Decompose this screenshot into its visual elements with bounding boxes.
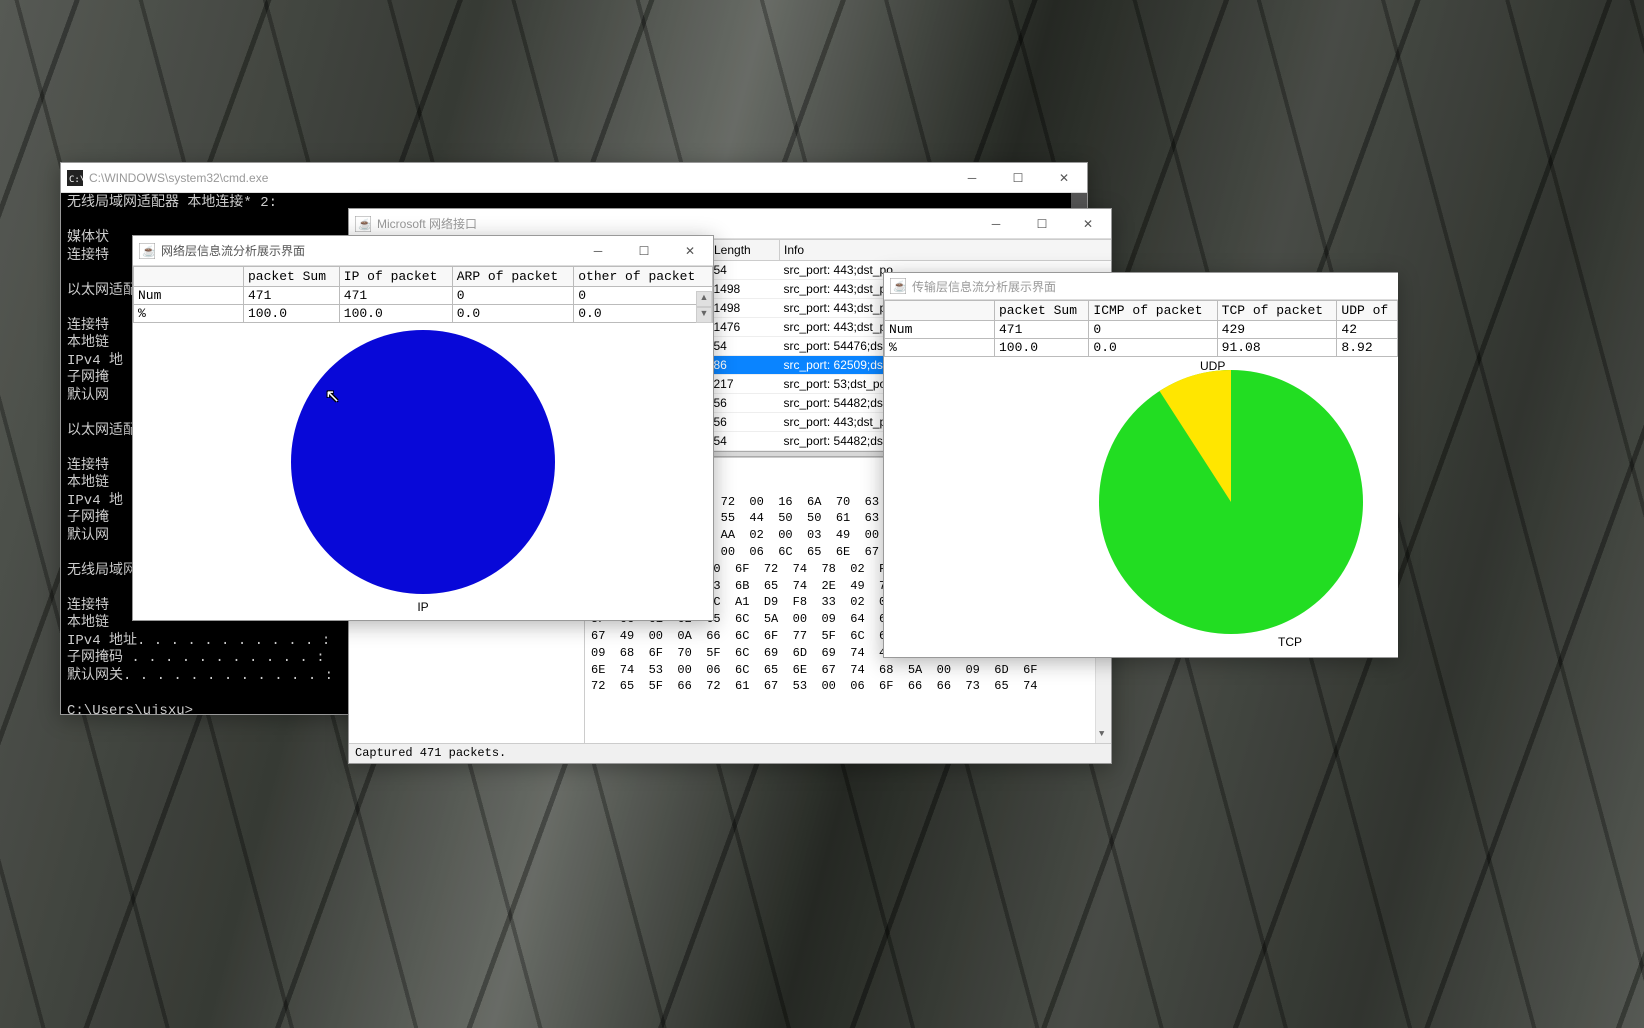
close-button[interactable]: ✕ <box>1065 210 1111 238</box>
table-row: Num47147100 <box>134 287 713 305</box>
col-header <box>885 301 995 321</box>
trans-analysis-titlebar[interactable]: ☕ 传输层信息流分析展示界面 <box>884 273 1398 300</box>
maximize-button[interactable]: ☐ <box>621 237 667 265</box>
col-header: ICMP of packet <box>1089 301 1217 321</box>
col-header: IP of packet <box>339 267 452 287</box>
cell: 100.0 <box>339 305 452 323</box>
cmd-title: C:\WINDOWS\system32\cmd.exe <box>89 171 949 185</box>
trans-analysis-title: 传输层信息流分析展示界面 <box>912 278 1398 295</box>
cell: 0 <box>1089 321 1217 339</box>
table-row: Num471042942 <box>885 321 1398 339</box>
cell: 8.92 <box>1337 339 1398 357</box>
cell: 42 <box>1337 321 1398 339</box>
trans-analysis-window: ☕ 传输层信息流分析展示界面 packet SumICMP of packetT… <box>883 272 1398 658</box>
col-header: other of packet <box>574 267 713 287</box>
svg-text:☕: ☕ <box>358 217 371 231</box>
cell: Num <box>134 287 244 305</box>
hex-row: 6E 74 53 00 06 6C 65 6E 67 74 68 5A 00 0… <box>591 662 1105 679</box>
maximize-button[interactable]: ☐ <box>995 164 1041 192</box>
cell: 91.08 <box>1217 339 1337 357</box>
trans-pie-chart: UDP TCP <box>884 357 1398 657</box>
net-analysis-window: ☕ 网络层信息流分析展示界面 ─ ☐ ✕ packet SumIP of pac… <box>132 235 714 621</box>
close-button[interactable]: ✕ <box>1041 164 1087 192</box>
cell: 0.0 <box>574 305 713 323</box>
cell: 100.0 <box>244 305 340 323</box>
cmd-titlebar[interactable]: C:\ C:\WINDOWS\system32\cmd.exe ─ ☐ ✕ <box>61 163 1087 193</box>
table-row: %100.00.091.088.92 <box>885 339 1398 357</box>
col-header <box>134 267 244 287</box>
cell: 471 <box>244 287 340 305</box>
cell: % <box>134 305 244 323</box>
col-header: packet Sum <box>244 267 340 287</box>
maximize-button[interactable]: ☐ <box>1019 210 1065 238</box>
minimize-button[interactable]: ─ <box>575 237 621 265</box>
hex-row: 72 65 5F 66 72 61 67 53 00 06 6F 66 66 7… <box>591 678 1105 695</box>
net-analysis-title: 网络层信息流分析展示界面 <box>161 242 575 259</box>
java-icon: ☕ <box>890 278 906 294</box>
minimize-button[interactable]: ─ <box>949 164 995 192</box>
svg-text:☕: ☕ <box>893 279 906 293</box>
minimize-button[interactable]: ─ <box>973 210 1019 238</box>
java-icon: ☕ <box>355 216 371 232</box>
capture-title: Microsoft 网络接口 <box>377 215 973 232</box>
cell: 471 <box>995 321 1089 339</box>
java-icon: ☕ <box>139 243 155 259</box>
svg-text:☕: ☕ <box>142 244 155 258</box>
pie-label-ip: IP <box>417 600 428 614</box>
cmd-icon: C:\ <box>67 170 83 186</box>
trans-analysis-table: packet SumICMP of packetTCP of packetUDP… <box>884 300 1398 357</box>
net-analysis-table: packet SumIP of packetARP of packetother… <box>133 266 713 323</box>
pie-label-tcp: TCP <box>1278 635 1302 649</box>
col-header: packet Sum <box>995 301 1089 321</box>
net-analysis-titlebar[interactable]: ☕ 网络层信息流分析展示界面 ─ ☐ ✕ <box>133 236 713 266</box>
table-scrollbar[interactable]: ▲ ▼ <box>696 291 712 323</box>
svg-text:C:\: C:\ <box>69 175 83 185</box>
close-button[interactable]: ✕ <box>667 237 713 265</box>
table-row: %100.0100.00.00.0 <box>134 305 713 323</box>
cell: 0 <box>574 287 713 305</box>
cell: 471 <box>339 287 452 305</box>
cell: 0 <box>452 287 574 305</box>
col-header: UDP of <box>1337 301 1398 321</box>
cell: % <box>885 339 995 357</box>
cell: 0.0 <box>452 305 574 323</box>
cell: 100.0 <box>995 339 1089 357</box>
net-pie-chart: IP <box>133 323 713 620</box>
col-header: ARP of packet <box>452 267 574 287</box>
pie-label-udp: UDP <box>1200 359 1225 373</box>
col-header: TCP of packet <box>1217 301 1337 321</box>
col-length[interactable]: Length <box>710 240 780 261</box>
cell: 429 <box>1217 321 1337 339</box>
cell: Num <box>885 321 995 339</box>
cell: 0.0 <box>1089 339 1217 357</box>
col-info[interactable]: Info <box>780 240 1112 261</box>
status-bar: Captured 471 packets. <box>349 743 1111 763</box>
